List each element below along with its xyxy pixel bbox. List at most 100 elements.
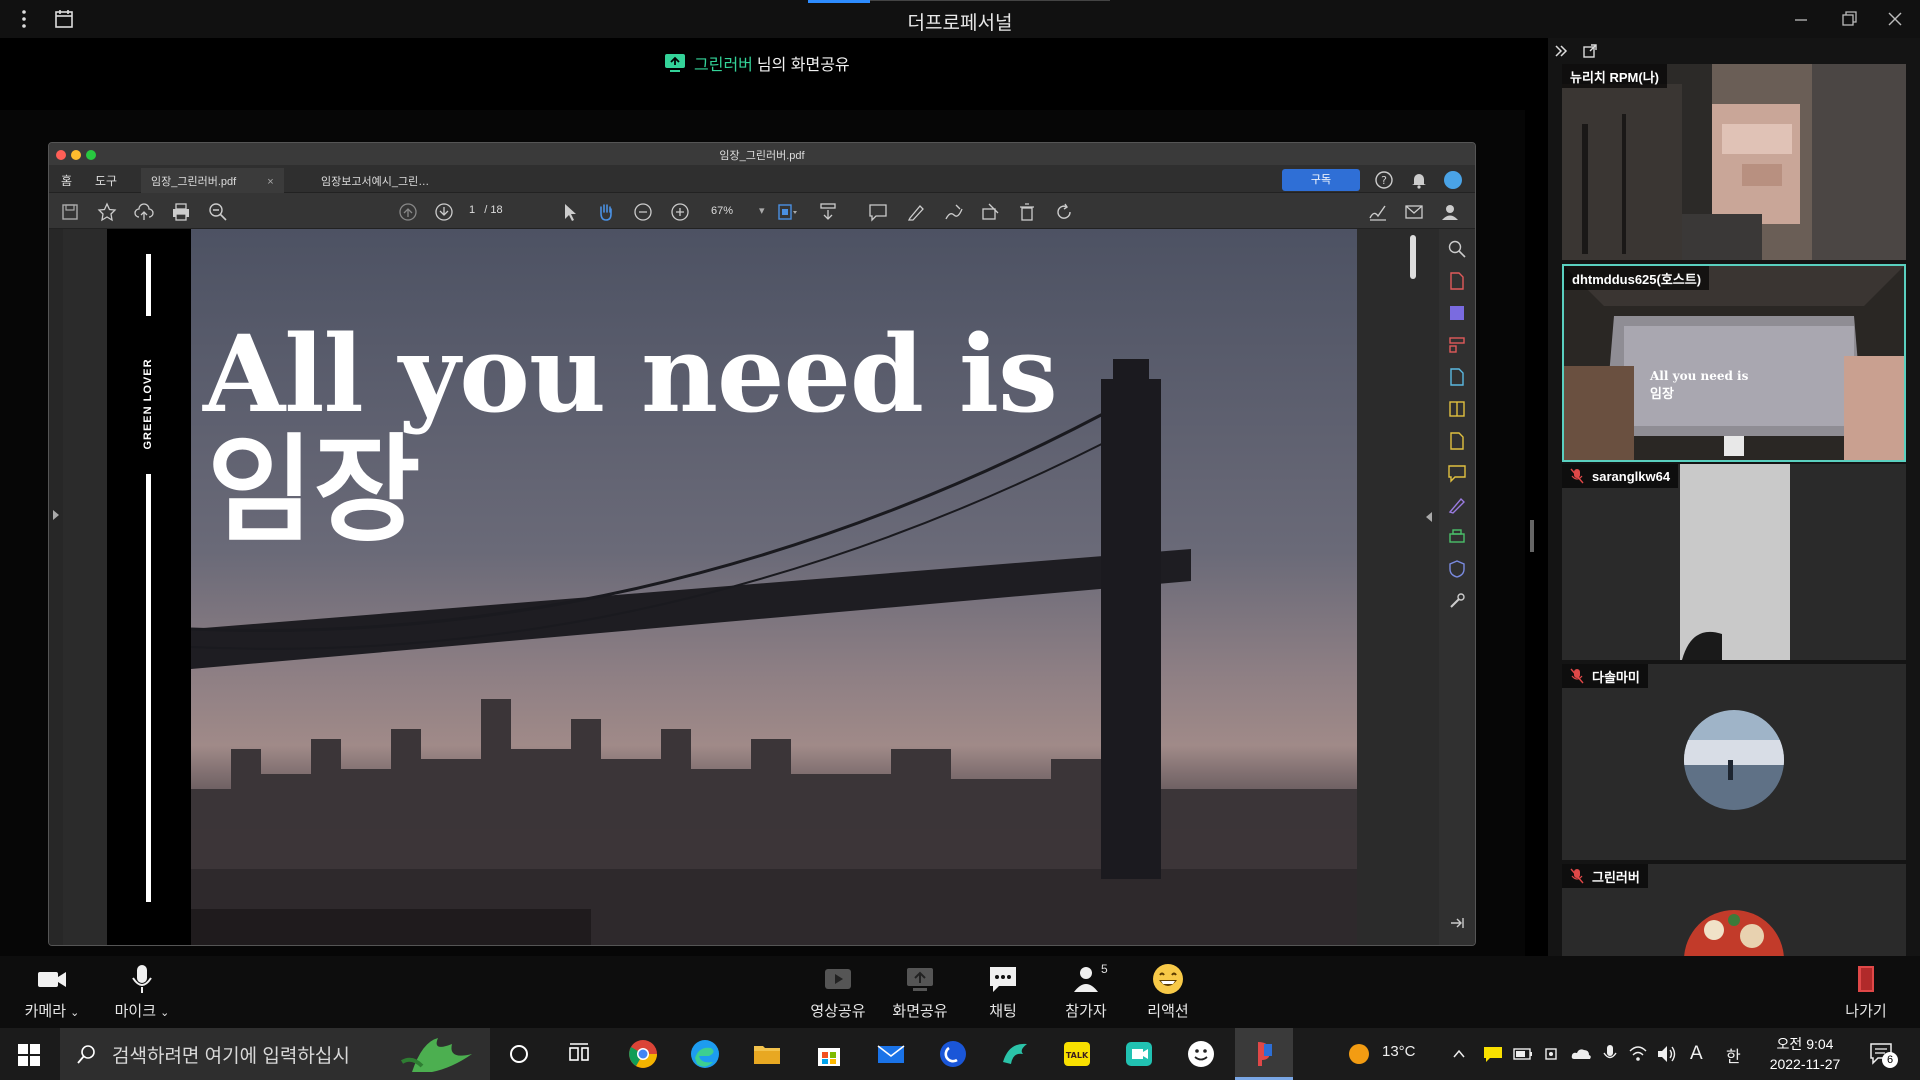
comment-icon[interactable] [867, 201, 889, 223]
edit-pdf-icon[interactable] [1447, 367, 1467, 387]
emoji-app-icon[interactable] [1185, 1038, 1217, 1070]
compare-icon[interactable] [1447, 399, 1467, 419]
delete-icon[interactable] [1016, 201, 1038, 223]
menu-tools[interactable]: 도구 [95, 172, 117, 189]
ime-mode-latin[interactable]: A [1690, 1043, 1703, 1065]
search-icon[interactable] [1447, 239, 1467, 259]
participant-tile[interactable]: 다솔마미 [1562, 664, 1906, 860]
page-up-icon[interactable] [397, 201, 419, 223]
save-icon[interactable] [59, 201, 81, 223]
collapse-panel-icon[interactable] [1554, 44, 1568, 58]
scroll-mode-icon[interactable] [817, 201, 839, 223]
windows-start-icon[interactable] [18, 1044, 40, 1066]
subscribe-button[interactable]: 구독 [1282, 169, 1360, 191]
protect-icon[interactable] [1447, 559, 1467, 579]
rotate-icon[interactable] [1053, 201, 1075, 223]
host-screen-text-line-1: All you need is [1649, 369, 1749, 383]
system-clock[interactable]: 오전 9:04 2022-11-27 [1760, 1034, 1850, 1074]
expand-panel-icon[interactable] [1447, 913, 1467, 933]
participant-tile[interactable]: saranglkw64 [1562, 464, 1906, 660]
star-icon[interactable] [96, 201, 118, 223]
leave-button[interactable]: 나가기 [1826, 962, 1906, 1021]
select-cursor-icon[interactable] [559, 201, 581, 223]
create-pdf-icon[interactable] [1447, 271, 1467, 291]
mail-icon[interactable] [1403, 201, 1425, 223]
zoom-select[interactable]: 67% ▾ [711, 204, 765, 217]
kakaotalk-icon[interactable]: TALK [1061, 1038, 1093, 1070]
weather-temp[interactable]: 13°C [1382, 1043, 1416, 1065]
fit-page-icon[interactable] [775, 201, 797, 223]
ime-mode-korean[interactable]: 한 [1726, 1043, 1741, 1066]
page-indicator[interactable]: 1 / 18 [469, 204, 503, 216]
video-share-button[interactable]: 영상공유 [798, 962, 878, 1021]
task-view-circle-icon[interactable] [503, 1038, 535, 1070]
fill-sign-icon[interactable] [1447, 495, 1467, 515]
mic-tray-icon[interactable] [1602, 1043, 1618, 1065]
screen-share-button[interactable]: 화면공유 [880, 962, 960, 1021]
collapse-rail-icon[interactable] [1425, 511, 1433, 523]
sign-icon[interactable] [1367, 201, 1389, 223]
reactions-button[interactable]: 리액션 [1128, 962, 1208, 1021]
notification-center-button[interactable]: 6 [1868, 1040, 1898, 1070]
more-tools-icon[interactable] [1447, 591, 1467, 611]
zoom-in-icon[interactable] [669, 201, 691, 223]
participants-button[interactable]: 5 참가자 [1046, 962, 1126, 1021]
tray-chevron-icon[interactable] [1452, 1043, 1466, 1065]
webcam-icon[interactable] [1542, 1043, 1562, 1065]
highlight-pen-icon[interactable] [905, 201, 927, 223]
share-user-icon[interactable] [1439, 201, 1461, 223]
file-explorer-icon[interactable] [751, 1038, 783, 1070]
participant-tile[interactable]: 그린러버 [1562, 864, 1906, 956]
bell-icon[interactable] [1409, 170, 1429, 190]
page-current[interactable]: 1 [469, 204, 475, 216]
tab-document-1[interactable]: 임장_그린러버.pdf × [141, 168, 284, 193]
mic-button[interactable]: 마이크 ⌄ [102, 962, 182, 1021]
comment-tool-icon[interactable] [1447, 463, 1467, 483]
combine-files-icon[interactable] [1447, 431, 1467, 451]
print-production-icon[interactable] [1447, 527, 1467, 547]
expand-left-icon[interactable] [51, 509, 61, 521]
active-app-highlight[interactable] [1235, 1028, 1293, 1080]
help-icon[interactable]: ? [1374, 170, 1394, 190]
wifi-icon[interactable] [1628, 1043, 1648, 1065]
onedrive-icon[interactable] [1570, 1043, 1592, 1065]
tab-close-button[interactable]: × [267, 176, 273, 188]
meeting-app-icon[interactable] [1123, 1038, 1155, 1070]
participant-tile[interactable]: 뉴리치 RPM(나) [1562, 64, 1906, 260]
kakao-tray-icon[interactable] [1482, 1043, 1504, 1065]
menu-home[interactable]: 홈 [61, 172, 72, 189]
chrome-icon[interactable] [627, 1038, 659, 1070]
edge-icon[interactable] [689, 1038, 721, 1070]
zoom-out-search-icon[interactable] [207, 201, 229, 223]
chat-button[interactable]: 채팅 [963, 962, 1043, 1021]
panel-resize-handle[interactable] [1530, 520, 1534, 552]
mail-app-icon[interactable] [875, 1038, 907, 1070]
restore-icon[interactable] [1836, 6, 1862, 32]
participant-tile-active[interactable]: All you need is 임장 dhtmddus625(호스트) [1562, 264, 1906, 462]
close-icon[interactable] [1882, 6, 1908, 32]
camera-button[interactable]: 카메라 ⌄ [12, 962, 92, 1021]
page-down-icon[interactable] [433, 201, 455, 223]
store-icon[interactable] [813, 1038, 845, 1070]
vertical-scrollbar[interactable] [1410, 235, 1416, 279]
cloud-upload-icon[interactable] [133, 201, 155, 223]
export-pdf-icon[interactable] [1447, 303, 1467, 323]
taskbar-search-box[interactable]: 검색하려면 여기에 입력하십시 [60, 1028, 490, 1080]
organize-pages-icon[interactable] [1447, 335, 1467, 355]
bird-app-icon[interactable] [999, 1038, 1031, 1070]
minimize-icon[interactable] [1788, 6, 1814, 32]
battery-icon[interactable] [1512, 1043, 1534, 1065]
tab-document-2[interactable]: 임장보고서예시_그린… [311, 168, 439, 193]
task-view-icon[interactable] [563, 1038, 595, 1070]
hand-tool-icon[interactable] [595, 201, 617, 223]
draw-icon[interactable] [942, 201, 964, 223]
zoom-out-icon[interactable] [632, 201, 654, 223]
account-avatar-icon[interactable] [1443, 170, 1463, 190]
pdf-canvas[interactable]: GREEN LOVER All you need is 임장 [49, 229, 1475, 945]
print-icon[interactable] [170, 201, 192, 223]
pop-out-icon[interactable] [1582, 43, 1598, 59]
web-app-icon[interactable] [937, 1038, 969, 1070]
stamp-icon[interactable] [979, 201, 1001, 223]
left-panel-toggle[interactable] [49, 229, 63, 945]
volume-icon[interactable] [1656, 1043, 1678, 1065]
